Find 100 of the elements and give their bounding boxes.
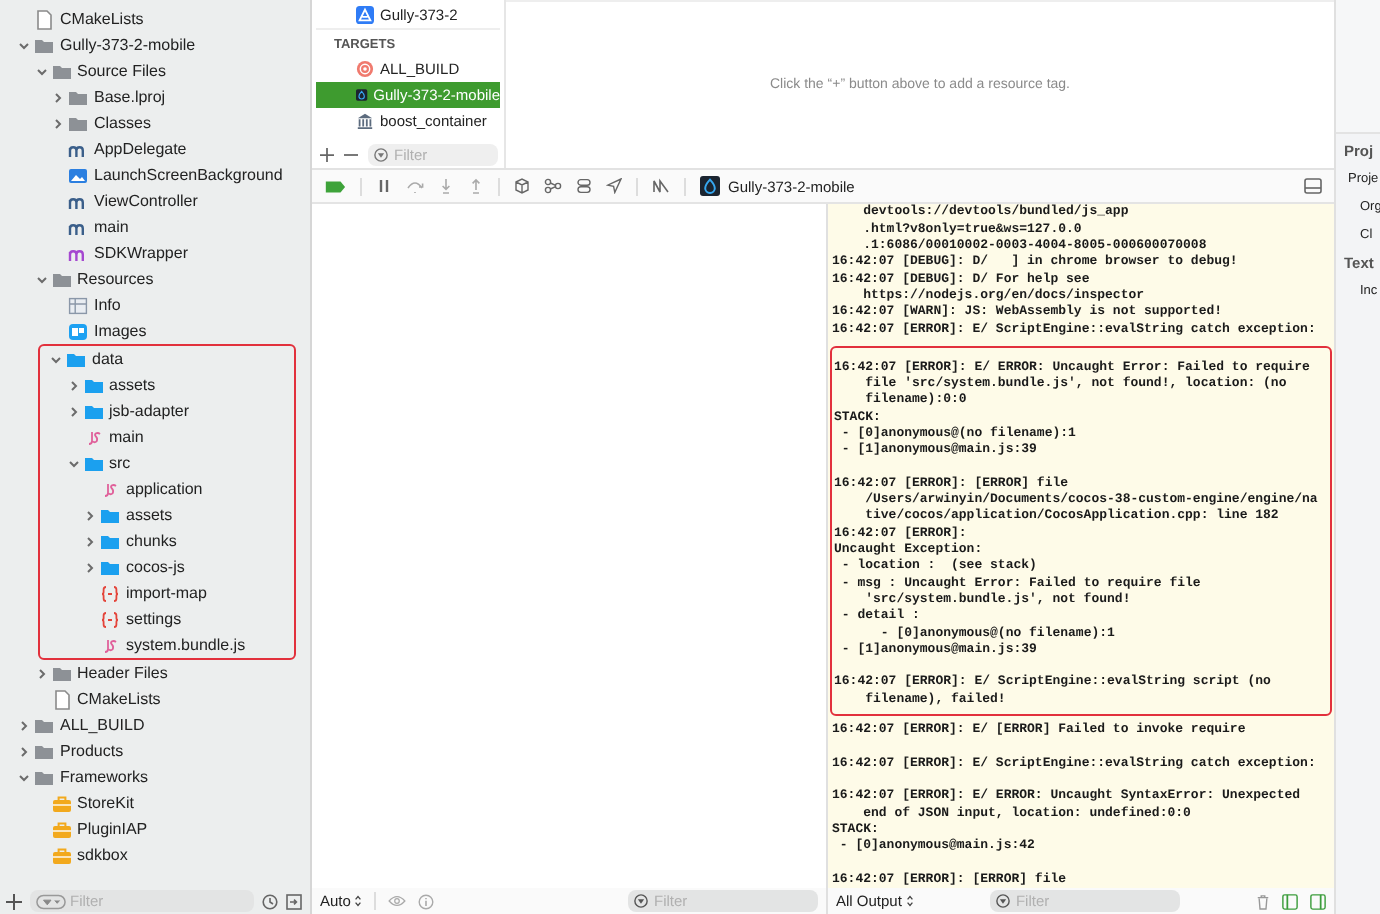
file-name[interactable]: jsb-adapter (109, 402, 190, 420)
file-name[interactable]: settings (126, 610, 182, 628)
file-name[interactable]: Gully-373-2-mobile (60, 36, 196, 54)
target-icon (356, 60, 374, 78)
toolbox-icon (51, 819, 71, 839)
file-name[interactable]: Classes (94, 114, 151, 132)
step-out-icon (468, 178, 484, 194)
chevron-right-icon[interactable] (18, 719, 30, 731)
toolbox-icon (51, 845, 71, 865)
script-file-icon (83, 427, 103, 447)
chevron-right-icon[interactable] (67, 405, 79, 417)
toolbox-icon (51, 793, 71, 813)
chevron-right-icon[interactable] (84, 509, 96, 521)
file-name[interactable]: data (92, 350, 124, 368)
file-name[interactable]: ALL_BUILD (60, 716, 145, 734)
add-button[interactable] (6, 893, 22, 909)
braces-icon (100, 583, 120, 603)
file-name[interactable]: src (109, 454, 131, 472)
chevron-right-icon[interactable] (18, 745, 30, 757)
pause-icon (376, 178, 392, 194)
trash-icon[interactable] (1256, 893, 1270, 909)
chevron-down-icon[interactable] (35, 273, 47, 285)
plus-icon (320, 147, 334, 161)
chevron-right-icon[interactable] (84, 535, 96, 547)
up-down-icon[interactable] (354, 894, 363, 908)
file-name[interactable]: application (126, 480, 203, 498)
file-name[interactable]: Images (94, 322, 147, 340)
file-name[interactable]: import-map (126, 584, 207, 602)
file-name[interactable]: Resources (77, 270, 154, 288)
asset-catalog-icon (68, 321, 88, 341)
image-icon (68, 165, 88, 185)
file-name[interactable]: main (109, 428, 144, 446)
step-over-icon (406, 178, 424, 194)
file-name[interactable]: PluginIAP (77, 820, 148, 838)
up-down-icon[interactable] (905, 894, 914, 908)
location-arrow-icon (606, 178, 622, 194)
file-name[interactable]: CMakeLists (60, 10, 144, 28)
metal-button[interactable] (652, 178, 670, 194)
chevron-right-icon[interactable] (35, 667, 47, 679)
file-name[interactable]: cocos-js (126, 558, 185, 576)
table-icon (68, 295, 88, 315)
hide-panel-button[interactable] (1304, 178, 1322, 194)
file-name[interactable]: main (94, 218, 129, 236)
file-name[interactable]: Products (60, 742, 124, 760)
split-right-icon[interactable] (1310, 893, 1326, 909)
view-debugger-button[interactable] (514, 178, 530, 194)
add-button[interactable] (320, 147, 334, 161)
graph-icon (544, 178, 562, 194)
chevron-down-icon[interactable] (50, 353, 62, 365)
file-name[interactable]: Header Files (77, 664, 168, 682)
app-icon (700, 176, 720, 196)
breakpoint-icon (324, 179, 346, 193)
chevron-down-icon[interactable] (18, 771, 30, 783)
script-file-icon (100, 635, 120, 655)
script-file-icon (100, 479, 120, 499)
chevron-right-icon[interactable] (67, 379, 79, 391)
file-name[interactable]: Frameworks (60, 768, 149, 786)
library-icon (356, 112, 374, 130)
folder-icon (83, 453, 103, 473)
memory-graph-button[interactable] (544, 178, 562, 194)
folder-icon (51, 663, 71, 683)
environment-button[interactable] (576, 178, 592, 194)
project-icon (356, 6, 374, 24)
plus-icon (6, 893, 22, 909)
file-name[interactable]: sdkbox (77, 846, 128, 864)
file-name[interactable]: ViewController (94, 192, 198, 210)
location-button[interactable] (606, 178, 622, 194)
file-name[interactable]: Info (94, 296, 121, 314)
chevron-right-icon[interactable] (52, 91, 64, 103)
file-name[interactable]: SDKWrapper (94, 244, 188, 262)
chevron-right-icon[interactable] (84, 561, 96, 573)
file-name[interactable]: system.bundle.js (126, 636, 246, 654)
file-name[interactable]: Base.lproj (94, 88, 166, 106)
folder-icon (51, 269, 71, 289)
braces-icon (100, 609, 120, 629)
layers-icon (514, 178, 530, 194)
breakpoints-toggle[interactable] (324, 179, 346, 193)
chevron-right-icon[interactable] (52, 117, 64, 129)
chevron-down-icon[interactable] (18, 39, 30, 51)
document-icon (34, 9, 54, 29)
zigzag-icon (652, 178, 670, 194)
file-name[interactable]: chunks (126, 532, 177, 550)
file-name[interactable]: LaunchScreenBackground (94, 166, 283, 184)
split-left-icon[interactable] (1282, 893, 1298, 909)
file-name[interactable]: Source Files (77, 62, 166, 80)
pause-button[interactable] (376, 178, 392, 194)
file-name[interactable]: StoreKit (77, 794, 134, 812)
chevron-down-icon[interactable] (35, 65, 47, 77)
file-name[interactable]: CMakeLists (77, 690, 161, 708)
document-icon (51, 689, 71, 709)
scope-icon[interactable] (286, 893, 302, 909)
file-name[interactable]: assets (109, 376, 156, 394)
step-into-icon (438, 178, 454, 194)
file-name[interactable]: assets (126, 506, 173, 524)
clock-icon[interactable] (262, 893, 278, 909)
panel-icon (1304, 178, 1322, 194)
file-name[interactable]: AppDelegate (94, 140, 187, 158)
chevron-down-icon[interactable] (67, 457, 79, 469)
toggles-icon (576, 178, 592, 194)
app-icon (356, 86, 368, 104)
